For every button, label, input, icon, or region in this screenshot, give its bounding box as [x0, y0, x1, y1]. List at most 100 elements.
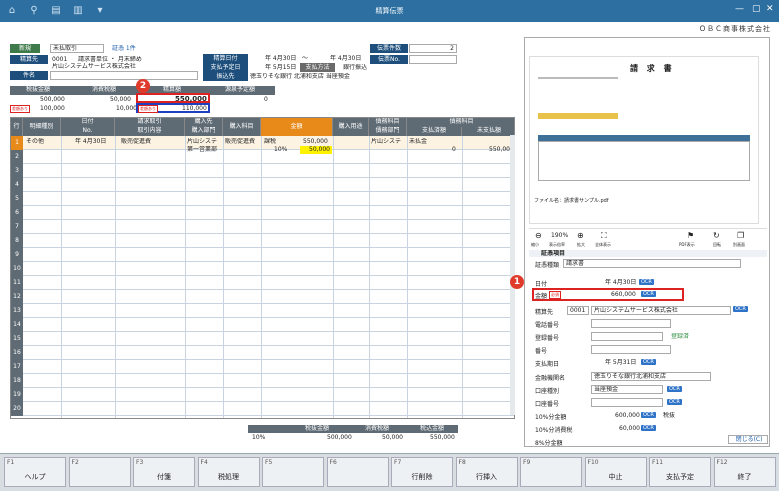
rotate-icon[interactable]: ↻: [713, 231, 720, 240]
table-row[interactable]: [11, 318, 514, 332]
summary-h2: 消費税額: [365, 425, 390, 432]
row1-item[interactable]: 販売促進費: [225, 138, 255, 146]
fkey-f3[interactable]: F3 付箋: [133, 457, 195, 487]
table-row[interactable]: [11, 220, 514, 234]
fit-icon[interactable]: ⛶: [601, 231, 607, 241]
row1-tax-amount[interactable]: 50,000: [300, 146, 332, 154]
partner-code-rp[interactable]: 0001: [567, 306, 589, 315]
row1-amount[interactable]: 550,000: [303, 138, 328, 146]
fkey-f11[interactable]: F11 支払予定: [649, 457, 711, 487]
row-number: 6: [11, 206, 23, 220]
fkey-f7[interactable]: F7 行削除: [391, 457, 453, 487]
phone-label: 電話番号: [535, 322, 560, 329]
phone-input[interactable]: [591, 319, 671, 328]
date-from[interactable]: 年 4月30日: [265, 55, 296, 63]
fkey-f4[interactable]: F4 税処理: [197, 457, 260, 487]
acct-type-ocr: OCR: [667, 386, 682, 392]
table-row[interactable]: [11, 150, 514, 164]
amount-value[interactable]: 660,000: [611, 291, 636, 299]
table-row[interactable]: [11, 304, 514, 318]
table-row[interactable]: [11, 206, 514, 220]
fkey-f1[interactable]: F1 ヘルプ: [4, 457, 66, 487]
acct-type-select[interactable]: 当座預金: [591, 385, 663, 394]
table-row[interactable]: [11, 178, 514, 192]
row1-kind[interactable]: その他: [26, 138, 44, 146]
voucher-type-select[interactable]: 未払取引: [50, 44, 104, 53]
partner-name-rp[interactable]: 片山システムサービス株式会社: [591, 306, 731, 315]
fkey-f6[interactable]: F6: [326, 457, 389, 487]
date-to[interactable]: 年 4月30日: [330, 55, 361, 63]
fkey-f12[interactable]: F12 終了: [713, 457, 776, 487]
tilde: ～: [302, 55, 309, 62]
row-number: 14: [11, 318, 23, 332]
reg-link[interactable]: 登録済: [671, 333, 689, 341]
grid-column-line: [369, 136, 370, 418]
t10-value[interactable]: 600,000: [615, 412, 640, 420]
due-value[interactable]: 年 5月31日: [605, 359, 636, 367]
window-icon[interactable]: ❐: [737, 231, 744, 240]
table-row[interactable]: [11, 234, 514, 248]
zoom-in-icon[interactable]: ⊕: [577, 231, 584, 240]
fkey-number: F3: [136, 459, 144, 466]
row1-dept1[interactable]: 片山システ: [187, 138, 217, 146]
pdf-preview[interactable]: 請 求 書 ファイル名：請求書サンプル.pdf: [529, 56, 759, 224]
section-header[interactable]: 証憑項目: [529, 250, 767, 257]
tool-window: 別画面: [733, 242, 745, 247]
tool-pdf: PDF表示: [679, 242, 695, 247]
maximize-icon[interactable]: ▢: [752, 4, 761, 14]
zoom-level[interactable]: 190%: [551, 232, 568, 240]
table-row[interactable]: [11, 192, 514, 206]
table-row[interactable]: [11, 388, 514, 402]
table-row[interactable]: [11, 262, 514, 276]
acct-no-input[interactable]: [591, 398, 663, 407]
col-date: 日付: [61, 118, 115, 127]
evidence-link[interactable]: 証憑 1件: [112, 45, 136, 53]
callout-badge-1: 1: [510, 275, 524, 289]
row1-content[interactable]: 販売促進費: [121, 138, 151, 146]
table-row[interactable]: [11, 360, 514, 374]
minimize-icon[interactable]: —: [735, 4, 744, 14]
table-row[interactable]: [11, 164, 514, 178]
tool-rotate: 回転: [713, 242, 721, 247]
table-row[interactable]: [11, 248, 514, 262]
date-value[interactable]: 年 4月30日: [605, 279, 636, 287]
company-name: ＯＢＣ商事株式会社: [699, 25, 771, 33]
row1-liab[interactable]: 未払金: [409, 138, 427, 146]
row-number: 11: [11, 276, 23, 290]
bank-input[interactable]: 徳玉りそな銀行北浦和支店: [591, 372, 711, 381]
tax10-value[interactable]: 60,000: [619, 425, 640, 433]
tool-enlarge: 拡大: [577, 242, 585, 247]
fkey-label: 付箋: [157, 473, 171, 481]
no-input[interactable]: [591, 345, 671, 354]
zoom-out-icon[interactable]: ⊖: [535, 231, 542, 240]
table-row[interactable]: [11, 346, 514, 360]
fkey-f2[interactable]: F2: [68, 457, 131, 487]
transfer-value[interactable]: 徳玉りそな銀行 北浦和支店 当座預金: [250, 73, 350, 81]
row1-dept2[interactable]: 第一営業部: [187, 146, 217, 154]
fkey-f10[interactable]: F10 中止: [584, 457, 647, 487]
close-panel-button[interactable]: 閉じる(C): [728, 435, 768, 444]
row1-rate[interactable]: 10%: [274, 146, 287, 154]
row1-liab-dept[interactable]: 片山システ: [371, 138, 401, 146]
voucher-no-input[interactable]: [409, 55, 457, 64]
table-row[interactable]: [11, 332, 514, 346]
subject-input[interactable]: [50, 71, 198, 80]
pdf-icon[interactable]: ⚑: [687, 231, 694, 240]
type-select[interactable]: 請求書: [563, 259, 741, 268]
fkey-f9[interactable]: F9: [520, 457, 582, 487]
title-bar: ⌂ ⚲ ▤ ▥ ▾ 精算伝票 — ▢ ✕: [0, 0, 779, 22]
table-row[interactable]: [11, 290, 514, 304]
close-icon[interactable]: ✕: [766, 4, 774, 14]
row1-date[interactable]: 年 4月30日: [75, 138, 106, 146]
pay-method[interactable]: 銀行振込: [343, 64, 367, 72]
table-row[interactable]: [11, 276, 514, 290]
row1-tax[interactable]: 課税: [264, 138, 276, 146]
table-row[interactable]: [11, 402, 514, 416]
reg-input[interactable]: [591, 332, 663, 341]
summary-v1: 500,000: [327, 434, 352, 441]
fkey-f8[interactable]: F8 行挿入: [455, 457, 518, 487]
table-row[interactable]: [11, 374, 514, 388]
fkey-f5[interactable]: F5: [262, 457, 324, 487]
pay-date[interactable]: 年 5月15日: [265, 64, 296, 72]
totals-r3: 110,000: [182, 105, 207, 112]
